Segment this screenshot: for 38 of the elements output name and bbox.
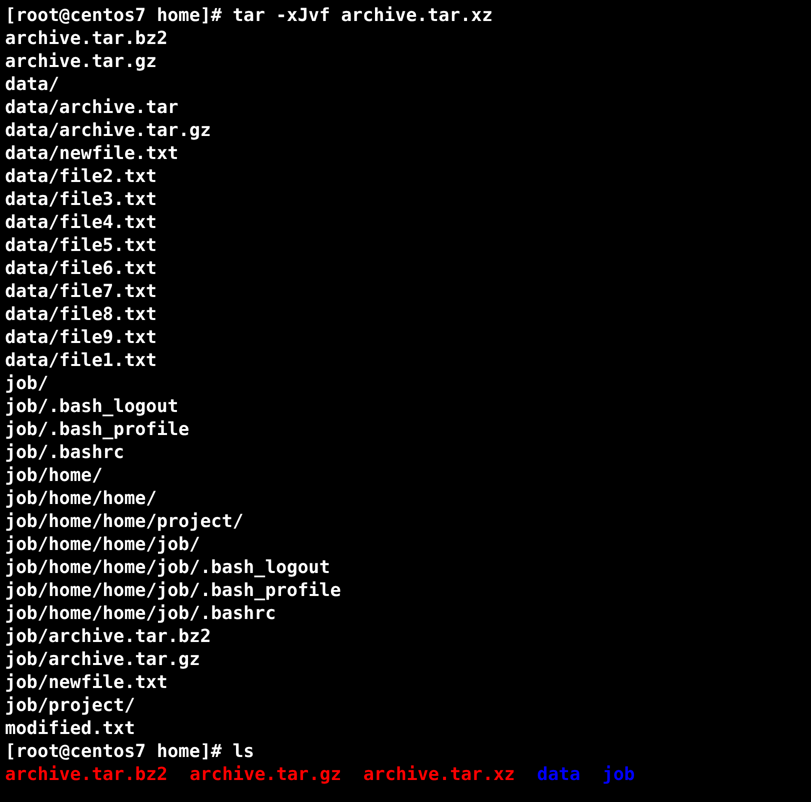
terminal-line: data/archive.tar: [5, 96, 178, 119]
directory-name: data: [537, 763, 580, 786]
terminal-line: data/file5.txt: [5, 234, 157, 257]
terminal-line: data/file2.txt: [5, 165, 157, 188]
terminal-line: job/home/home/job/.bash_logout: [5, 556, 330, 579]
terminal-line: job/: [5, 372, 48, 395]
terminal-line: job/home/: [5, 464, 103, 487]
terminal-line: job/home/home/job/.bash_profile: [5, 579, 341, 602]
file-name: archive.tar.bz2: [5, 763, 168, 786]
terminal-line: data/: [5, 73, 60, 96]
terminal-line: data/archive.tar.gz: [5, 119, 211, 142]
directory-name: job: [602, 763, 635, 786]
terminal-line: job/.bash_profile: [5, 418, 190, 441]
terminal-line: job/archive.tar.bz2: [5, 625, 211, 648]
terminal-line: archive.tar.gz: [5, 50, 157, 73]
terminal-line: job/home/home/job/: [5, 533, 200, 556]
terminal-line: job/newfile.txt: [5, 671, 168, 694]
terminal-line: job/home/home/: [5, 487, 157, 510]
terminal-line: job/home/home/job/.bashrc: [5, 602, 276, 625]
terminal-line: archive.tar.bz2: [5, 27, 168, 50]
file-name: archive.tar.gz: [190, 763, 342, 786]
terminal-line: [root@centos7 home]# tar -xJvf archive.tar.xz: [5, 4, 493, 27]
terminal-line: data/file3.txt: [5, 188, 157, 211]
terminal-line: job/.bashrc: [5, 441, 124, 464]
terminal-line: data/file6.txt: [5, 257, 157, 280]
terminal-line: data/file1.txt: [5, 349, 157, 372]
terminal-line: data/file8.txt: [5, 303, 157, 326]
terminal-line: job/project/: [5, 694, 136, 717]
terminal-line: data/file4.txt: [5, 211, 157, 234]
file-name: archive.tar.xz: [363, 763, 515, 786]
terminal-line: data/file7.txt: [5, 280, 157, 303]
terminal-line: [root@centos7 home]# ls: [5, 740, 254, 763]
terminal-line: job/archive.tar.gz: [5, 648, 200, 671]
terminal-line: modified.txt: [5, 717, 136, 740]
terminal-line: job/.bash_logout: [5, 395, 178, 418]
terminal-line: data/file9.txt: [5, 326, 157, 349]
terminal-line: job/home/home/project/: [5, 510, 244, 533]
terminal-line: data/newfile.txt: [5, 142, 178, 165]
